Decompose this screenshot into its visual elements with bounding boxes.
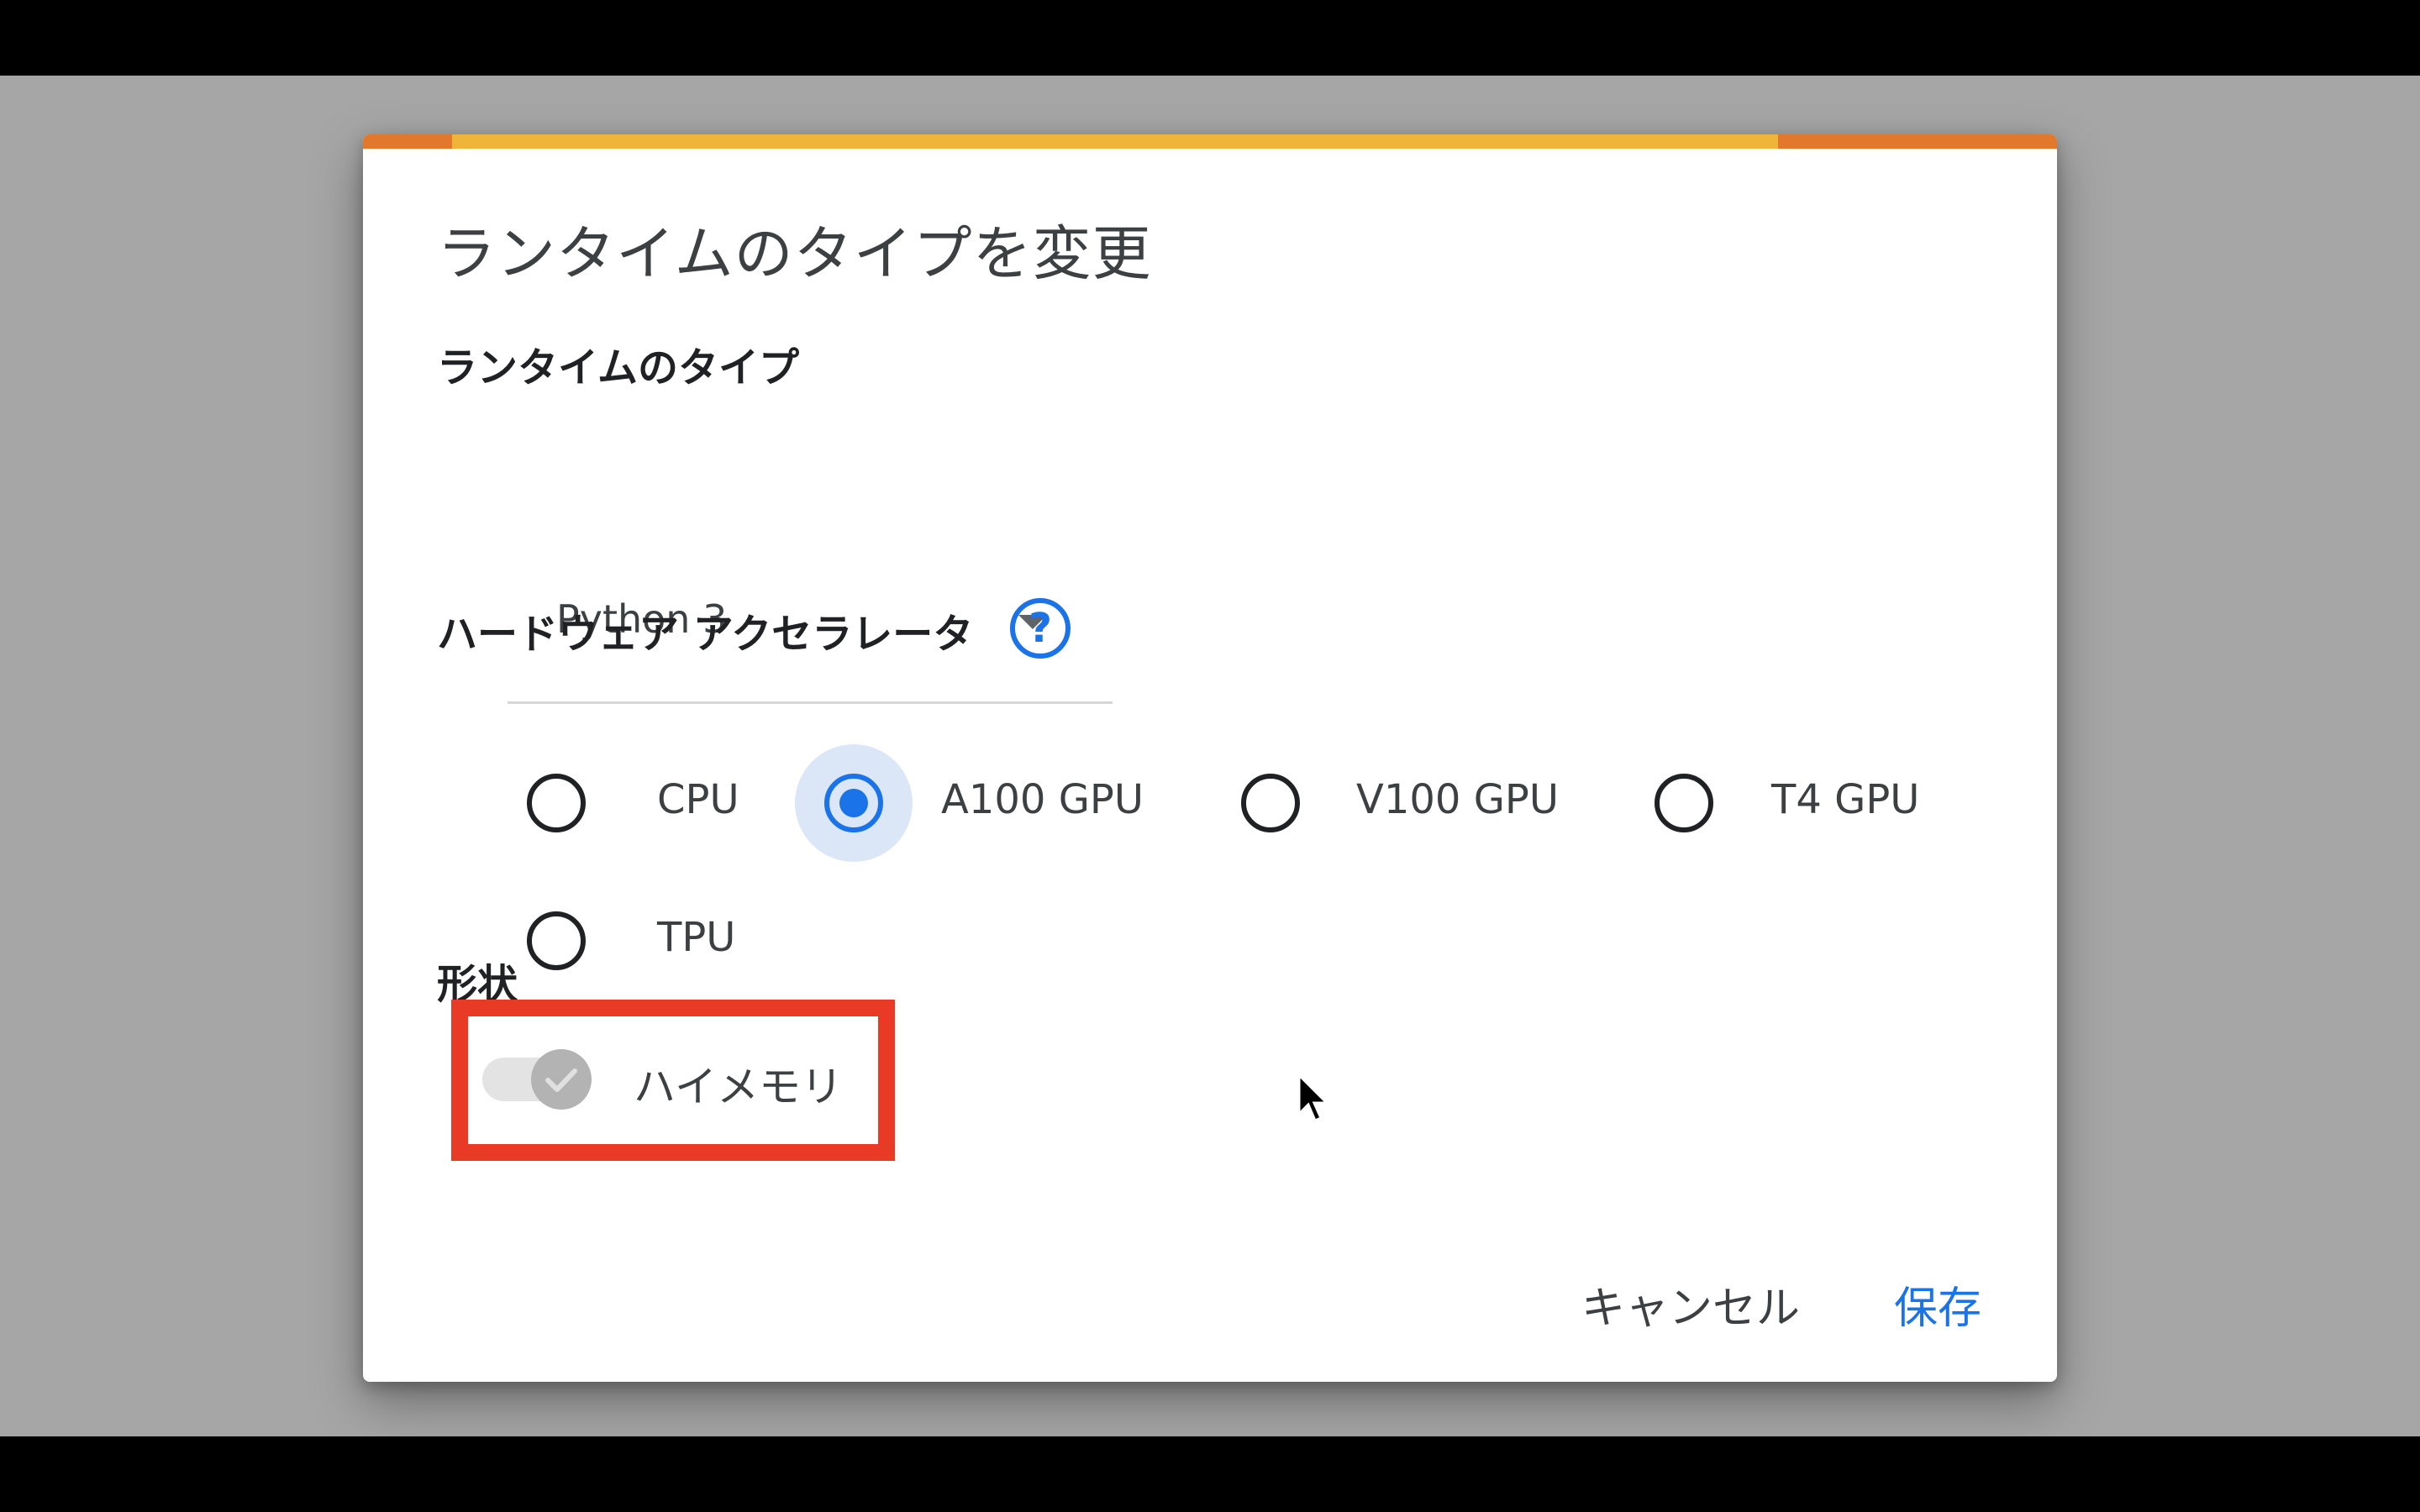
radio-button-t4-gpu[interactable] [1655, 774, 1713, 832]
hardware-accelerator-label: ハードウェア アクセラレータ [437, 611, 974, 658]
dialog-title: ランタイムのタイプを変更 [437, 219, 1152, 288]
save-button[interactable]: 保存 [1894, 1273, 1981, 1336]
radio-button-tpu[interactable] [527, 911, 586, 970]
radio-option-cpu[interactable]: CPU [497, 744, 783, 832]
cancel-button[interactable]: キャンセル [1581, 1273, 1800, 1336]
change-runtime-type-dialog: ランタイムのタイプを変更 ランタイムのタイプ Python 3 ハードウェア ア… [363, 134, 2057, 1382]
help-icon[interactable]: ? [1010, 598, 1071, 659]
check-icon [545, 1068, 577, 1092]
radio-button-cpu[interactable] [527, 774, 586, 832]
radio-button-v100-gpu[interactable] [1241, 774, 1300, 832]
radio-option-tpu[interactable]: TPU [497, 882, 783, 970]
runtime-type-label: ランタイムのタイプ [437, 344, 800, 391]
letterbox-top [0, 0, 2420, 76]
radio-option-t4-gpu[interactable]: T4 GPU [1625, 744, 1986, 832]
radio-label-t4-gpu: T4 GPU [1771, 776, 1920, 823]
radio-label-v100-gpu: V100 GPU [1356, 776, 1559, 823]
radio-label-a100-gpu: A100 GPU [941, 776, 1144, 823]
radio-option-v100-gpu[interactable]: V100 GPU [1212, 744, 1598, 832]
radio-button-a100-gpu[interactable] [824, 774, 883, 832]
mouse-cursor-icon [1297, 1074, 1330, 1122]
letterbox-bottom [0, 1436, 2420, 1512]
radio-label-tpu: TPU [657, 914, 736, 961]
radio-option-a100-gpu[interactable]: A100 GPU [795, 744, 1181, 862]
high-memory-label: ハイメモリ [634, 1063, 843, 1111]
radio-selected-dot [839, 789, 868, 817]
high-memory-toggle-thumb[interactable] [531, 1049, 592, 1110]
radio-label-cpu: CPU [657, 776, 739, 823]
dialog-accent-bar [363, 134, 2057, 149]
